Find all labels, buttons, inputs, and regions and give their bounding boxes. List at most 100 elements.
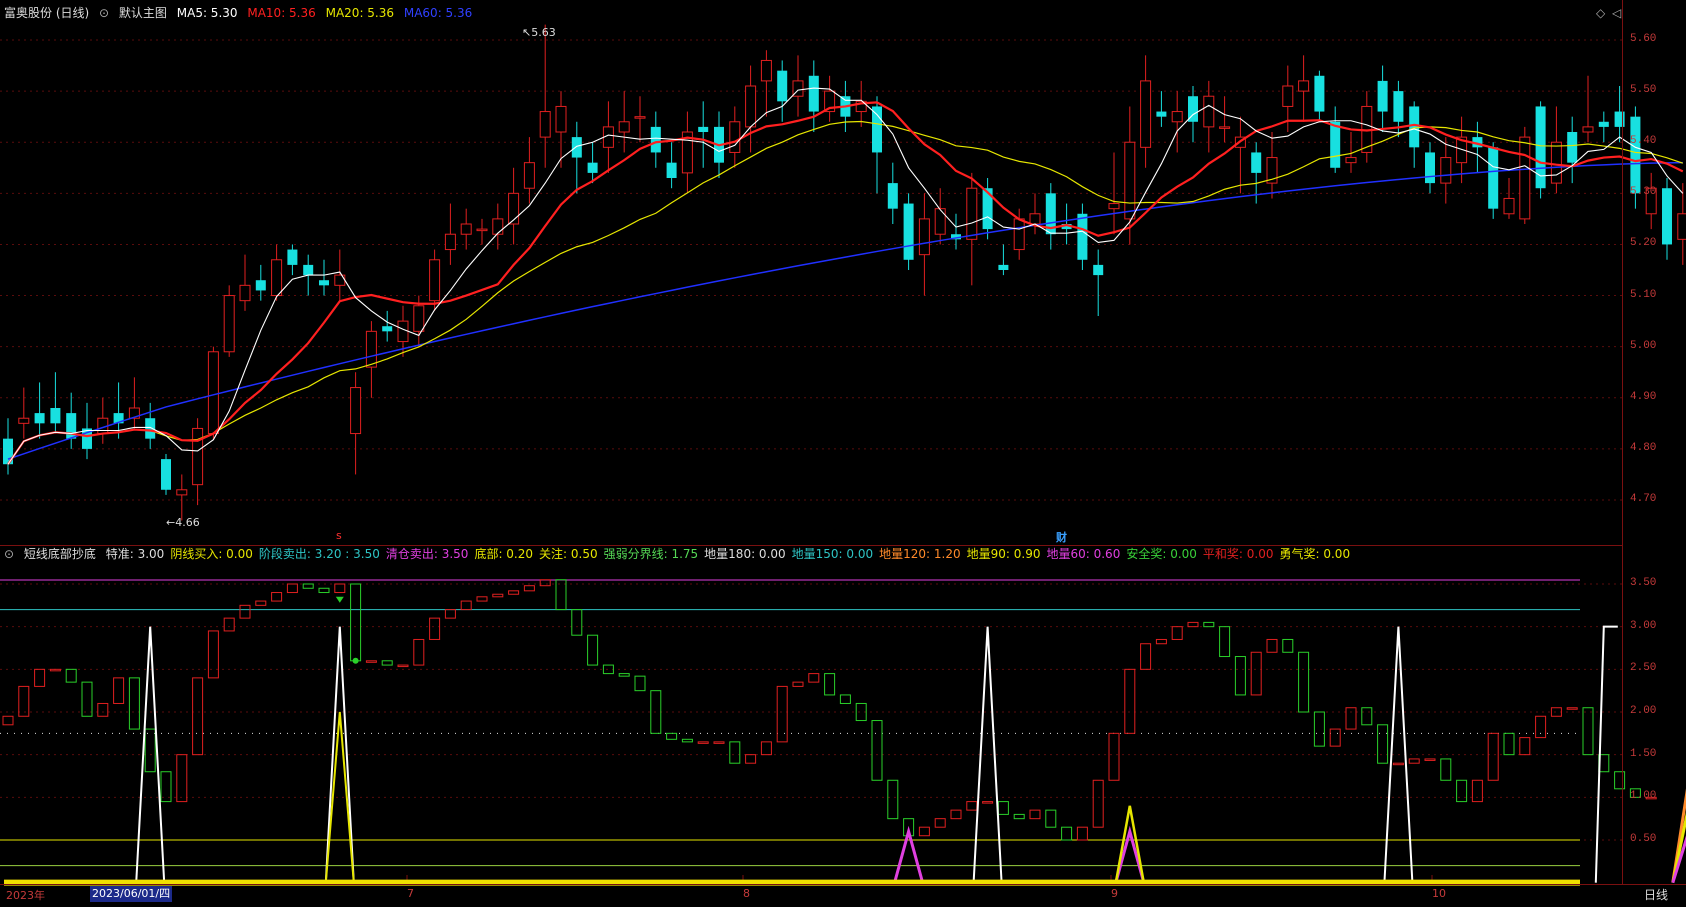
magenta-spike	[893, 825, 925, 884]
indicator-bar	[1298, 651, 1310, 713]
indicator-bar	[824, 673, 836, 696]
indicator-bar	[1582, 707, 1594, 756]
indicator-value-4: 底部: 0.20	[474, 547, 534, 561]
indicator-bar	[381, 660, 393, 666]
indicator-bar	[271, 592, 283, 602]
selected-date[interactable]: 2023/06/01/四	[90, 886, 173, 902]
indicator-bar	[1361, 707, 1373, 726]
indicator-bar	[492, 593, 504, 598]
candle-down	[808, 75, 819, 112]
candle-down	[650, 126, 661, 153]
candle-down	[887, 183, 898, 209]
indicator-bar	[997, 801, 1009, 815]
candle-down	[161, 459, 171, 490]
signal-dot	[352, 657, 359, 664]
price-tick: 4.80	[1630, 441, 1657, 454]
indicator-value-6: 强弱分界线: 1.75	[603, 547, 699, 561]
price-tick: 5.00	[1630, 339, 1657, 352]
candle-down	[1488, 147, 1499, 209]
candle-down	[255, 280, 266, 291]
candle-up	[1013, 218, 1025, 251]
candle-down	[777, 70, 788, 102]
s-marker: s	[336, 529, 342, 542]
indicator-bar	[871, 720, 883, 781]
candle-up	[334, 274, 346, 286]
candle-up	[1029, 213, 1041, 225]
indicator-bar	[634, 675, 646, 692]
main-chart-header: 富奥股份 (日线) ⊙ 默认主图 MA5: 5.30 MA10: 5.36 MA…	[4, 4, 478, 22]
indicator-bar	[713, 741, 725, 744]
indicator-value-9: 地量120: 1.20	[879, 547, 961, 561]
indicator-bar	[1392, 762, 1404, 766]
stock-title[interactable]: 富奥股份 (日线)	[4, 6, 89, 20]
indicator-bar	[571, 609, 583, 636]
indicator-tick: 1.00	[1630, 790, 1657, 803]
indicator-bar	[81, 681, 93, 717]
settings-icon[interactable]: ⊙	[4, 547, 14, 561]
price-tick: 5.50	[1630, 84, 1657, 97]
candle-down	[1409, 106, 1420, 148]
indicator-bar	[176, 754, 188, 803]
diamond-icon[interactable]: ◇	[1596, 6, 1605, 20]
candle-down	[1156, 111, 1167, 117]
indicator-tick: 0.50	[1630, 833, 1657, 845]
candle-down	[287, 249, 298, 265]
ma60-line	[7, 161, 1683, 460]
month-label-7: 7	[407, 887, 414, 900]
indicator-bar	[1440, 758, 1452, 781]
indicator-name[interactable]: 短线底部抄底	[24, 547, 96, 561]
candle-up	[1203, 95, 1215, 128]
indicator-bar	[460, 600, 472, 611]
indicator-value-2: 阶段卖出: 3.20 : 3.50	[258, 547, 380, 561]
price-tick: 5.60	[1630, 33, 1657, 45]
indicator-bar	[1456, 779, 1468, 803]
indicator-bar	[523, 585, 535, 592]
candle-down	[1425, 152, 1435, 184]
candle-up	[192, 427, 204, 486]
indicator-bar	[887, 779, 899, 820]
indicator-bar	[1282, 638, 1294, 653]
indicator-bar	[1313, 711, 1325, 747]
price-tick: 4.90	[1630, 390, 1657, 403]
chevron-down-icon[interactable]: ⊙	[99, 6, 109, 20]
indicator-bar	[334, 583, 346, 594]
indicator-bar	[1108, 732, 1120, 781]
candle-down	[1314, 75, 1325, 112]
indicator-value-5: 关注: 0.50	[539, 547, 598, 561]
finance-marker[interactable]: 财	[1056, 529, 1067, 545]
indicator-value-7: 地量180: 0.00	[704, 547, 786, 561]
indicator-bar	[207, 630, 219, 679]
indicator-bar	[1029, 809, 1041, 820]
chart-stage[interactable]: 富奥股份 (日线) ⊙ 默认主图 MA5: 5.30 MA10: 5.36 MA…	[0, 0, 1686, 904]
ma60-label: MA60: 5.36	[403, 6, 473, 20]
candle-down	[1330, 121, 1341, 168]
candlestick-chart[interactable]	[0, 0, 1686, 904]
indicator-value-10: 地量90: 0.90	[966, 547, 1041, 561]
indicator-bar	[1329, 728, 1341, 747]
candle-up	[1282, 85, 1294, 107]
period-button[interactable]: 日线	[1644, 886, 1668, 903]
indicator-bar	[350, 583, 362, 662]
indicator-bar	[950, 809, 962, 820]
candle-down	[1393, 91, 1404, 122]
candle-up	[1124, 141, 1136, 220]
indicator-bar	[1377, 724, 1389, 764]
expand-icon[interactable]: ◁	[1612, 6, 1621, 20]
candle-down	[666, 162, 677, 178]
indicator-bar	[982, 801, 994, 804]
candle-up	[350, 387, 362, 435]
candle-up	[918, 218, 930, 256]
indicator-value-11: 地量60: 0.60	[1046, 547, 1121, 561]
candle-down	[698, 126, 709, 132]
indicator-bar	[2, 715, 14, 726]
indicator-bar	[1076, 826, 1088, 841]
candle-down	[998, 264, 1009, 270]
indicator-bar	[1045, 809, 1057, 828]
price-tick: 5.40	[1630, 135, 1657, 148]
template-label[interactable]: 默认主图	[119, 6, 167, 20]
indicator-bar	[365, 660, 377, 663]
candle-up	[1550, 141, 1562, 184]
candle-up	[1140, 80, 1152, 148]
indicator-bar	[1503, 732, 1515, 756]
indicator-bar	[1408, 758, 1420, 764]
